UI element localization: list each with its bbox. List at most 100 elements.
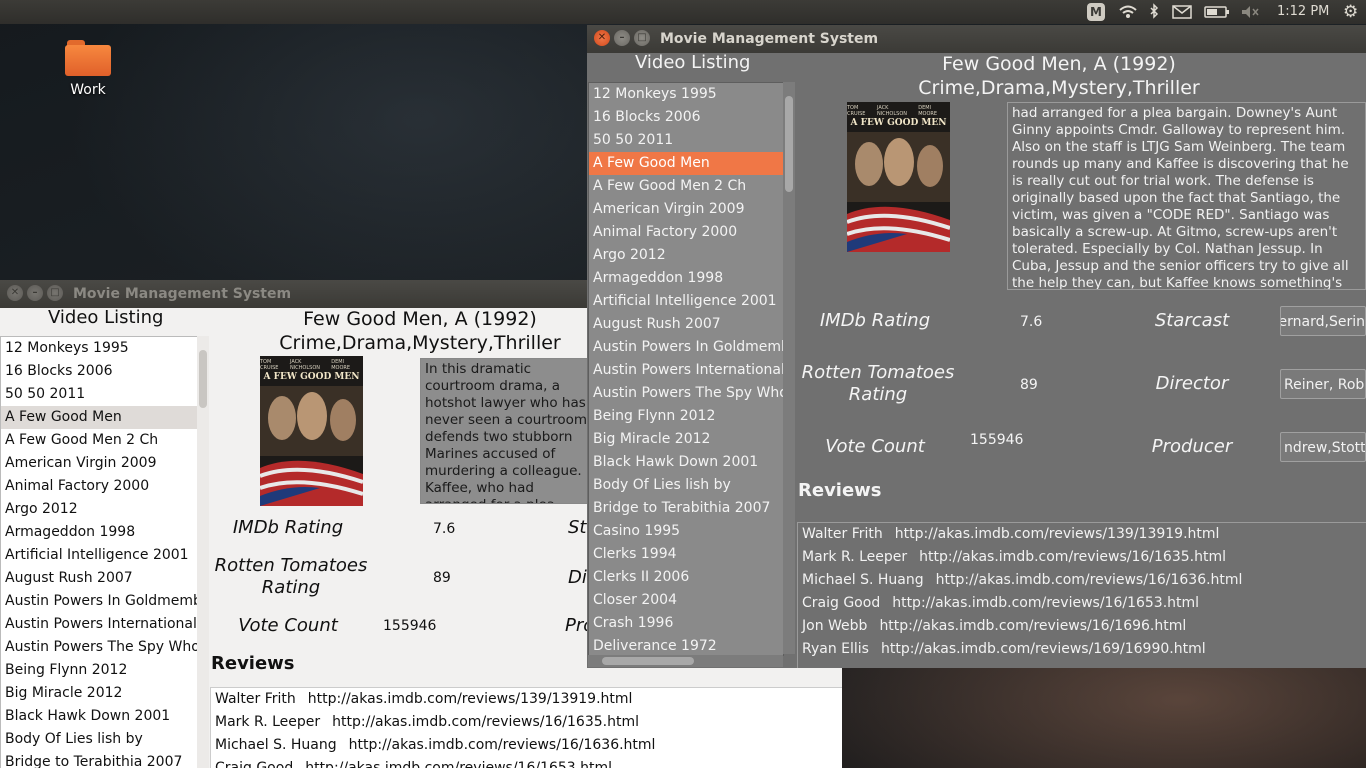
review-link[interactable]: http://akas.imdb.com/reviews/16/1635.htm… <box>919 549 1226 565</box>
video-list[interactable]: 12 Monkeys 1995 16 Blocks 2006 50 50 2011 A… <box>0 336 198 768</box>
list-item[interactable]: 50 50 2011 <box>589 129 783 152</box>
review-row[interactable]: Walter Frith http://akas.imdb.com/reviews… <box>798 523 1366 546</box>
list-item[interactable]: Austin Powers International <box>1 613 197 636</box>
bluetooth-icon[interactable] <box>1148 0 1160 24</box>
review-row[interactable]: Michael S. Huang http://akas.imdb.com/rev… <box>798 569 1366 592</box>
list-horizontal-scrollbar[interactable] <box>588 655 783 667</box>
list-item[interactable]: Animal Factory 2000 <box>1 475 197 498</box>
producer-field[interactable]: ndrew,Stott, <box>1280 432 1366 462</box>
list-item[interactable]: Bridge to Terabithia 2007 <box>1 751 197 768</box>
list-item[interactable]: A Few Good Men 2 Ch <box>589 175 783 198</box>
review-link[interactable]: http://akas.imdb.com/reviews/16/1636.htm… <box>349 737 656 753</box>
list-item[interactable]: Animal Factory 2000 <box>589 221 783 244</box>
video-list[interactable]: 12 Monkeys 1995 16 Blocks 2006 50 50 2011 A… <box>588 82 784 656</box>
video-listing-title: Video Listing <box>635 52 751 73</box>
producer-label: Producer <box>1151 436 1233 457</box>
list-item[interactable]: Black Hawk Down 2001 <box>589 451 783 474</box>
list-item[interactable]: Clerks II 2006 <box>589 566 783 589</box>
list-item[interactable]: 12 Monkeys 1995 <box>589 83 783 106</box>
wifi-icon[interactable] <box>1118 0 1138 24</box>
list-item[interactable]: Being Flynn 2012 <box>1 659 197 682</box>
volume-muted-icon[interactable] <box>1240 0 1260 24</box>
list-item[interactable]: Closer 2004 <box>589 589 783 612</box>
list-item[interactable]: Deliverance 1972 <box>589 635 783 655</box>
messaging-icon[interactable]: M <box>1087 3 1105 21</box>
list-item[interactable]: Being Flynn 2012 <box>589 405 783 428</box>
scrollbar-thumb[interactable] <box>785 96 793 192</box>
h-scrollbar-thumb[interactable] <box>602 657 694 665</box>
battery-icon[interactable] <box>1204 0 1230 24</box>
clock[interactable]: 1:12 PM <box>1277 0 1329 24</box>
review-row[interactable]: Mark R. Leeper http://akas.imdb.com/revie… <box>798 546 1366 569</box>
review-link[interactable]: http://akas.imdb.com/reviews/139/13919.h… <box>895 526 1220 542</box>
maximize-button[interactable]: □ <box>47 285 63 301</box>
list-item[interactable]: Body Of Lies lish by <box>1 728 197 751</box>
minimize-button[interactable]: – <box>614 30 630 46</box>
list-item[interactable]: 50 50 2011 <box>1 383 197 406</box>
close-button[interactable]: ✕ <box>594 30 610 46</box>
list-item[interactable]: Armageddon 1998 <box>1 521 197 544</box>
review-link[interactable]: http://akas.imdb.com/reviews/16/1636.htm… <box>936 572 1243 588</box>
reviews-list[interactable]: Walter Frith http://akas.imdb.com/reviews… <box>210 687 842 768</box>
front-window[interactable]: ✕ – □ Movie Management System Video List… <box>587 25 1366 668</box>
list-item[interactable]: Crash 1996 <box>589 612 783 635</box>
review-link[interactable]: http://akas.imdb.com/reviews/16/1635.htm… <box>332 714 639 730</box>
list-item[interactable]: Artificial Intelligence 2001 <box>589 290 783 313</box>
front-window-titlebar[interactable]: ✕ – □ Movie Management System <box>587 25 1366 53</box>
minimize-button[interactable]: – <box>27 285 43 301</box>
list-item[interactable]: Argo 2012 <box>1 498 197 521</box>
review-link[interactable]: http://akas.imdb.com/reviews/139/13919.h… <box>308 691 633 707</box>
list-item[interactable]: Austin Powers In Goldmember <box>589 336 783 359</box>
list-item[interactable]: Austin Powers The Spy Who S <box>589 382 783 405</box>
list-item[interactable]: A Few Good Men <box>1 406 197 429</box>
list-item[interactable]: Body Of Lies lish by <box>589 474 783 497</box>
list-item[interactable]: 12 Monkeys 1995 <box>1 337 197 360</box>
synopsis-text[interactable]: had arranged for a plea bargain. Downey'… <box>1007 102 1366 290</box>
reviewer-name: Craig Good <box>215 760 294 768</box>
maximize-button[interactable]: □ <box>634 30 650 46</box>
review-row[interactable]: Michael S. Huang http://akas.imdb.com/rev… <box>211 734 842 757</box>
list-item[interactable]: A Few Good Men <box>589 152 783 175</box>
review-row[interactable]: Craig Good http://akas.imdb.com/reviews/1… <box>211 757 842 768</box>
movie-poster: A FEW GOOD MEN TOM CRUISE JACK NICHOLSON DE… <box>847 102 950 252</box>
list-item[interactable]: 16 Blocks 2006 <box>589 106 783 129</box>
review-row[interactable]: Jon Webb http://akas.imdb.com/reviews/16/… <box>798 615 1366 638</box>
review-row[interactable]: Craig Good http://akas.imdb.com/reviews/1… <box>798 592 1366 615</box>
list-item[interactable]: Big Miracle 2012 <box>1 682 197 705</box>
mail-icon[interactable] <box>1172 0 1192 24</box>
reviews-list[interactable]: Walter Frith http://akas.imdb.com/reviews… <box>797 522 1366 668</box>
list-item[interactable]: Black Hawk Down 2001 <box>1 705 197 728</box>
list-item[interactable]: Austin Powers International <box>589 359 783 382</box>
list-item[interactable]: American Virgin 2009 <box>589 198 783 221</box>
list-scrollbar[interactable] <box>197 336 209 768</box>
list-item[interactable]: A Few Good Men 2 Ch <box>1 429 197 452</box>
list-item[interactable]: August Rush 2007 <box>589 313 783 336</box>
review-link[interactable]: http://akas.imdb.com/reviews/169/16990.h… <box>881 641 1206 657</box>
review-link[interactable]: http://akas.imdb.com/reviews/16/1696.htm… <box>879 618 1186 634</box>
review-row[interactable]: Mark R. Leeper http://akas.imdb.com/revie… <box>211 711 842 734</box>
vote-count-label: Vote Count <box>238 615 338 636</box>
list-item[interactable]: August Rush 2007 <box>1 567 197 590</box>
list-item[interactable]: 16 Blocks 2006 <box>1 360 197 383</box>
list-item[interactable]: Casino 1995 <box>589 520 783 543</box>
list-item[interactable]: Armageddon 1998 <box>589 267 783 290</box>
starcast-field[interactable]: Bernard,Serin <box>1280 306 1366 336</box>
review-link[interactable]: http://akas.imdb.com/reviews/16/1653.htm… <box>892 595 1199 611</box>
gear-icon[interactable]: ⚙ <box>1343 0 1358 24</box>
work-folder[interactable]: Work <box>58 40 118 98</box>
list-item[interactable]: Clerks 1994 <box>589 543 783 566</box>
review-link[interactable]: http://akas.imdb.com/reviews/16/1653.htm… <box>305 760 612 768</box>
close-button[interactable]: ✕ <box>7 285 23 301</box>
scrollbar-thumb[interactable] <box>199 350 207 408</box>
list-item[interactable]: Big Miracle 2012 <box>589 428 783 451</box>
list-item[interactable]: American Virgin 2009 <box>1 452 197 475</box>
director-field[interactable]: Reiner, Rob <box>1280 369 1366 399</box>
list-item[interactable]: Artificial Intelligence 2001 <box>1 544 197 567</box>
list-item[interactable]: Bridge to Terabithia 2007 <box>589 497 783 520</box>
list-item[interactable]: Austin Powers In Goldmember <box>1 590 197 613</box>
review-row[interactable]: Walter Frith http://akas.imdb.com/reviews… <box>211 688 842 711</box>
review-row[interactable]: Ryan Ellis http://akas.imdb.com/reviews/1… <box>798 638 1366 661</box>
synopsis-text[interactable]: In this dramatic courtroom drama, a hots… <box>420 358 600 504</box>
list-item[interactable]: Argo 2012 <box>589 244 783 267</box>
list-item[interactable]: Austin Powers The Spy Who S <box>1 636 197 659</box>
